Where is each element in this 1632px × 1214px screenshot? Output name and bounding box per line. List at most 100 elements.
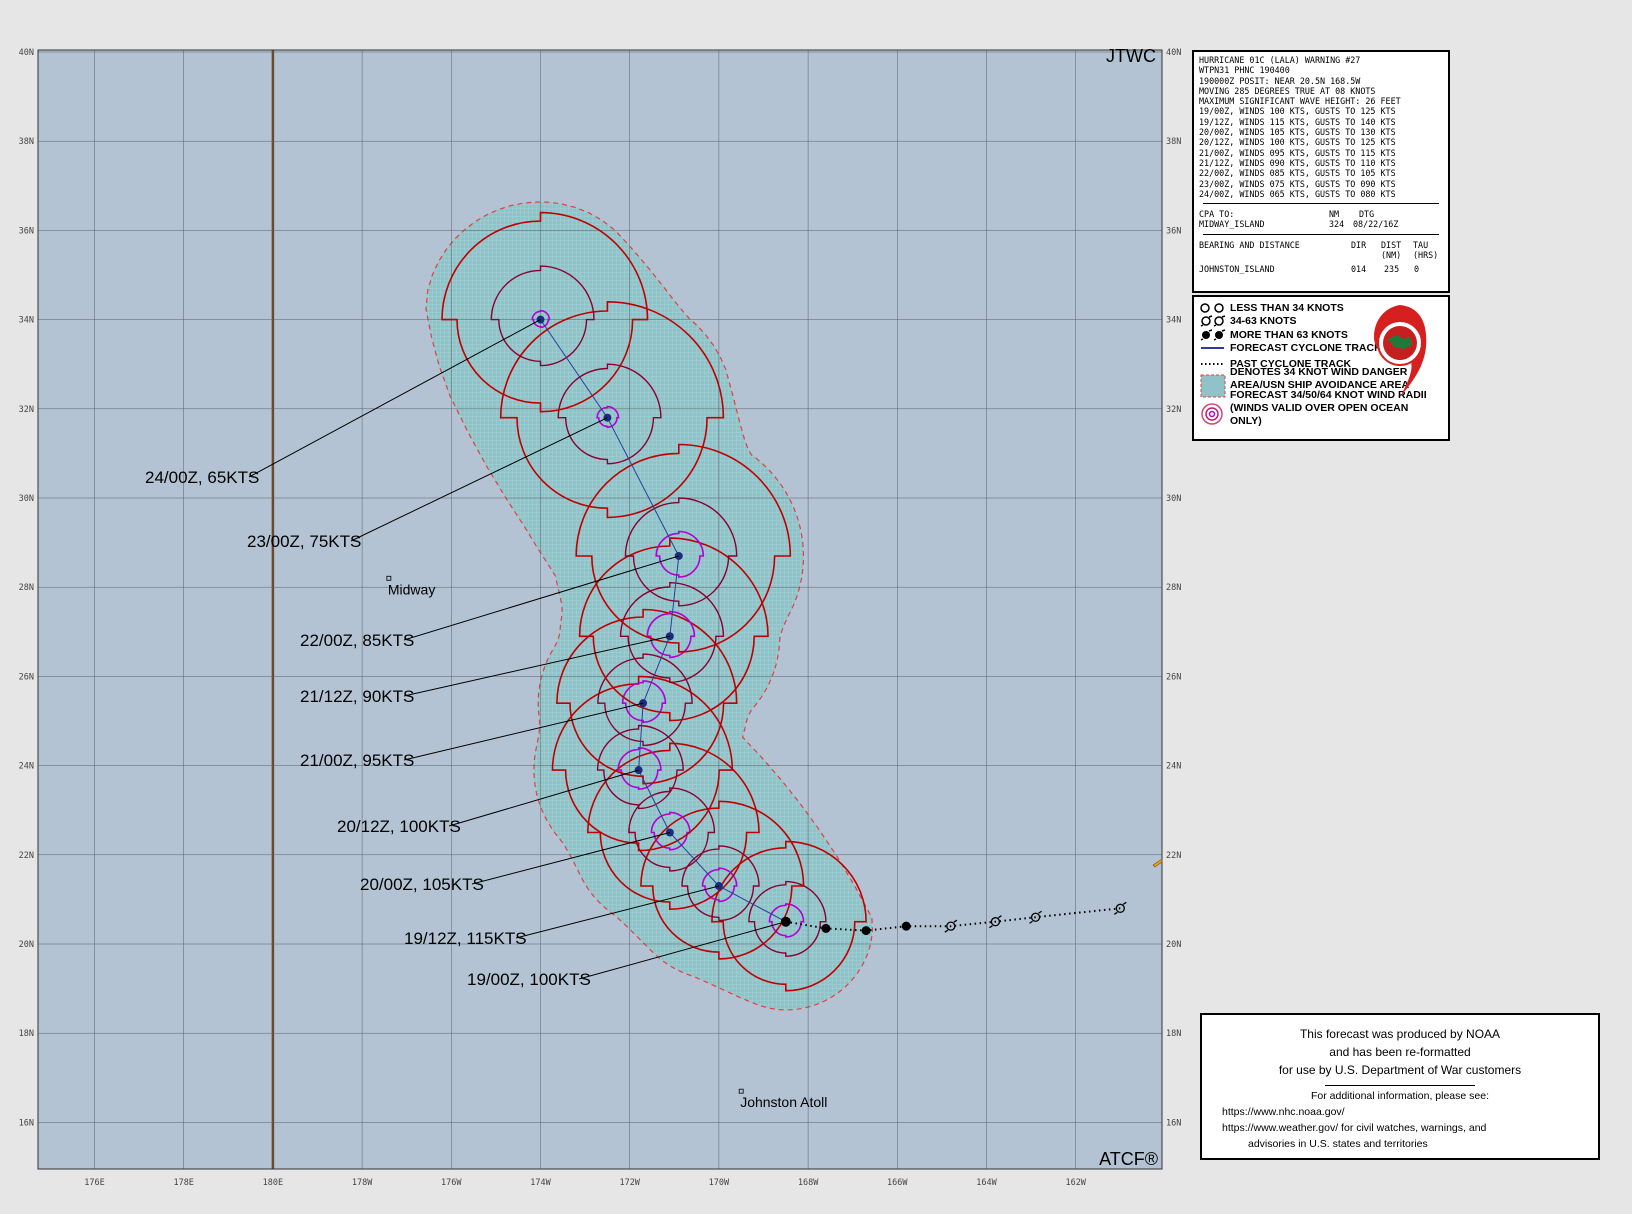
bearing-header-row: BEARING AND DISTANCE DIR DIST TAU <box>1199 240 1443 250</box>
forecast-label: 19/00Z, 100KTS <box>467 970 591 989</box>
weather-gov-link[interactable]: https://www.weather.gov/ for civil watch… <box>1214 1120 1586 1136</box>
noaa-line-2: and has been re-formatted <box>1329 1045 1471 1059</box>
wind-radii-icon <box>1201 403 1223 425</box>
warning-panel: HURRICANE 01C (LALA) WARNING #27 WTPN31 P… <box>1192 50 1450 293</box>
forecast-label: 21/00Z, 95KTS <box>300 751 414 770</box>
warning-line: 21/12Z, WINDS 090 KTS, GUSTS TO 110 KTS <box>1199 157 1396 168</box>
lat-tick-label-right: 32N <box>1166 405 1181 415</box>
cpa-place: MIDWAY_ISLAND <box>1199 219 1265 230</box>
cpa-label: CPA TO: <box>1199 209 1235 220</box>
forecast-label: 21/12Z, 90KTS <box>300 687 414 706</box>
lat-tick-label: 36N <box>19 226 34 236</box>
bearing-row: JOHNSTON_ISLAND 014 235 0 <box>1199 264 1443 274</box>
lat-tick-label: 38N <box>19 137 34 147</box>
lat-tick-label: 32N <box>19 405 34 415</box>
lat-tick-label-right: 20N <box>1166 940 1181 950</box>
cpa-header-row: CPA TO: NM DTG <box>1199 209 1443 219</box>
lat-tick-label: 40N <box>19 48 34 58</box>
dir-header: DIR <box>1351 239 1367 250</box>
lon-tick-label: 162W <box>1065 1178 1086 1188</box>
agency-mark: JTWC <box>1106 46 1156 66</box>
lat-tick-label: 24N <box>19 762 34 772</box>
lat-tick-label-right: 22N <box>1166 851 1181 861</box>
warning-line: WTPN31 PHNC 190400 <box>1199 65 1290 76</box>
lat-tick-label-right: 38N <box>1166 137 1181 147</box>
lon-tick-label: 176E <box>84 1178 104 1188</box>
warning-line: 21/00Z, WINDS 095 KTS, GUSTS TO 115 KTS <box>1199 147 1396 158</box>
forecast-label: 22/00Z, 85KTS <box>300 631 414 650</box>
legend-label: (WINDS VALID OVER OPEN OCEAN ONLY) <box>1230 402 1409 428</box>
nhc-link[interactable]: https://www.nhc.noaa.gov/ <box>1214 1104 1586 1120</box>
warning-lines: HURRICANE 01C (LALA) WARNING #27 WTPN31 P… <box>1199 55 1443 199</box>
noaa-info: For additional information, please see: <box>1310 1090 1490 1102</box>
warning-line: 24/00Z, WINDS 065 KTS, GUSTS TO 080 KTS <box>1199 188 1396 199</box>
dist-header: DIST <box>1381 239 1402 250</box>
cpa-dtg-header: DTG <box>1359 209 1375 220</box>
legend-label: 34-63 KNOTS <box>1230 315 1297 328</box>
lon-tick-label: 166W <box>887 1178 908 1188</box>
lat-tick-label-right: 34N <box>1166 316 1181 326</box>
warning-line: HURRICANE 01C (LALA) WARNING #27 <box>1199 55 1361 65</box>
lat-tick-label: 22N <box>19 851 34 861</box>
lon-tick-label: 172W <box>619 1178 640 1188</box>
bearing-label: BEARING AND DISTANCE <box>1199 239 1300 250</box>
place-label: Johnston Atoll <box>740 1094 827 1110</box>
cpa-dtg: 08/22/16Z <box>1353 219 1399 230</box>
lat-tick-label: 16N <box>19 1118 34 1128</box>
lat-tick-label-right: 18N <box>1166 1029 1181 1039</box>
bd-dist: 235 <box>1384 264 1400 275</box>
lat-tick-label: 26N <box>19 672 34 682</box>
bd-dir: 014 <box>1351 264 1367 275</box>
forecast-label: 20/12Z, 100KTS <box>337 817 461 836</box>
legend-label: MORE THAN 63 KNOTS <box>1230 328 1348 341</box>
warning-line: 23/00Z, WINDS 075 KTS, GUSTS TO 090 KTS <box>1199 178 1396 189</box>
lat-tick-label-right: 26N <box>1166 672 1181 682</box>
lat-tick-label: 20N <box>19 940 34 950</box>
atcf-mark: ATCF® <box>1099 1149 1158 1169</box>
lon-tick-label: 178E <box>173 1178 193 1188</box>
lon-tick-label: 180E <box>263 1178 283 1188</box>
lat-tick-label-right: 24N <box>1166 762 1181 772</box>
bd-tau: 0 <box>1414 264 1420 275</box>
lon-tick-label: 164W <box>976 1178 997 1188</box>
hurricane-symbol-icon <box>1200 329 1226 341</box>
lat-tick-label-right: 30N <box>1166 494 1181 504</box>
warning-line: 20/00Z, WINDS 105 KTS, GUSTS TO 130 KTS <box>1199 127 1396 138</box>
tau-unit: (HRS) <box>1413 250 1439 261</box>
lon-tick-label: 168W <box>798 1178 819 1188</box>
noaa-line-1: This forecast was produced by NOAA <box>1299 1027 1501 1041</box>
noaa-info-panel: This forecast was produced by NOAA and h… <box>1200 1013 1600 1160</box>
lat-tick-label-right: 28N <box>1166 583 1181 593</box>
warning-line: 20/12Z, WINDS 100 KTS, GUSTS TO 125 KTS <box>1199 137 1396 148</box>
tau-header: TAU <box>1413 239 1429 250</box>
lon-tick-label: 176W <box>441 1178 462 1188</box>
legend-item-wind-radii: FORECAST 34/50/64 KNOT WIND RADII (WINDS… <box>1200 389 1442 427</box>
cpa-nm: 324 <box>1329 219 1345 230</box>
warning-line: MOVING 285 DEGREES TRUE AT 08 KNOTS <box>1199 85 1376 96</box>
legend-label: FORECAST CYCLONE TRACK <box>1230 342 1382 355</box>
lon-tick-label: 174W <box>530 1178 551 1188</box>
noaa-line-3: for use by U.S. Department of War custom… <box>1278 1063 1522 1077</box>
forecast-label: 20/00Z, 105KTS <box>360 875 484 894</box>
warning-line: 190000Z POSIT: NEAR 20.5N 168.5W <box>1199 75 1361 86</box>
place-label: Midway <box>388 581 435 597</box>
warning-line: MAXIMUM SIGNIFICANT WAVE HEIGHT: 26 FEET <box>1199 96 1401 107</box>
noaa-info-tail: advisories in U.S. states and territorie… <box>1248 1138 1428 1150</box>
lat-tick-label: 28N <box>19 583 34 593</box>
storm-symbol-icon <box>1200 315 1226 327</box>
cpa-nm-header: NM <box>1329 209 1340 220</box>
lon-tick-label: 170W <box>709 1178 730 1188</box>
lat-tick-label-right: 40N <box>1166 48 1181 58</box>
forecast-label: 24/00Z, 65KTS <box>145 468 259 487</box>
bearing-unit-row: (NM) (HRS) <box>1199 250 1443 260</box>
legend-panel: LESS THAN 34 KNOTS 34-63 KNOTS MORE THAN… <box>1192 295 1450 441</box>
dist-unit: (NM) <box>1381 250 1402 261</box>
lat-tick-label-right: 36N <box>1166 226 1181 236</box>
warning-line: 22/00Z, WINDS 085 KTS, GUSTS TO 105 KTS <box>1199 168 1396 179</box>
warning-line: 19/00Z, WINDS 100 KTS, GUSTS TO 125 KTS <box>1199 106 1396 117</box>
forecast-label: 23/00Z, 75KTS <box>247 532 361 551</box>
legend-label: LESS THAN 34 KNOTS <box>1230 301 1344 314</box>
past-position-marker <box>821 923 831 933</box>
lon-tick-label: 178W <box>352 1178 373 1188</box>
forecast-label: 19/12Z, 115KTS <box>404 929 527 948</box>
